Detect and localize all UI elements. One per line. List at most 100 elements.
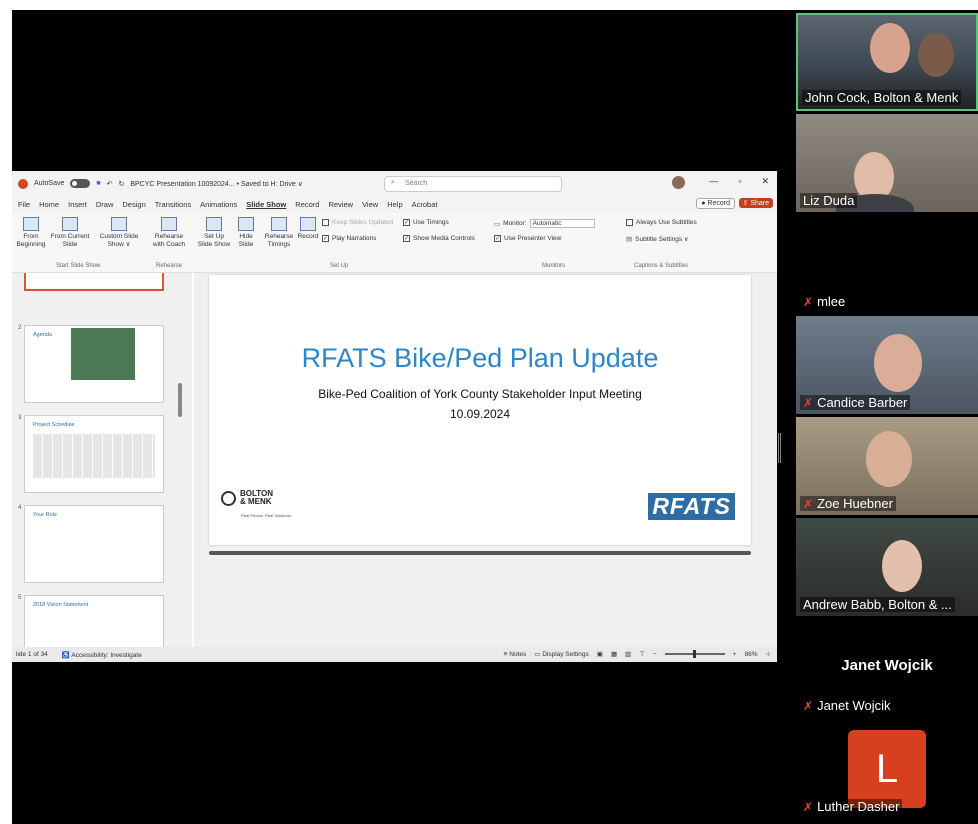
mic-muted-icon: ✗ <box>803 396 814 410</box>
zoom-thumb[interactable] <box>692 650 696 658</box>
user-avatar[interactable] <box>672 176 685 189</box>
show-media-checkbox[interactable]: ✓ Show Media Controls <box>403 235 475 242</box>
share-button[interactable]: ⇪ Share <box>738 198 773 208</box>
thumb-title: Project Schedule <box>33 422 75 428</box>
mic-muted-icon: ✗ <box>803 295 814 309</box>
participant-name: Zoe Huebner <box>817 496 893 511</box>
doc-title[interactable]: BPCYC Presentation 10092024... • Saved t… <box>130 180 303 188</box>
participant-tile[interactable]: Liz Duda <box>796 114 978 212</box>
menu-animations[interactable]: Animations <box>200 200 237 209</box>
participant-video <box>874 334 922 392</box>
presenter-view-checkbox[interactable]: ✓ Use Presenter View <box>494 235 561 242</box>
participant-name-wrap: ✗ Zoe Huebner <box>800 496 896 511</box>
timer-icon <box>271 217 287 231</box>
ribbon-record-label: Record <box>297 233 319 240</box>
zoom-slider[interactable] <box>664 650 725 658</box>
powerpoint-icon <box>18 178 28 189</box>
thumbnail-scrollbar[interactable] <box>178 383 182 417</box>
participant-tile[interactable]: Janet Wojcik ✗ Janet Wojcik <box>796 619 978 717</box>
subtitle-settings-label: Subtitle Settings ∨ <box>635 236 689 243</box>
reading-view-icon[interactable]: ▥ <box>625 650 631 658</box>
play-narrations-checkbox[interactable]: ✓ Play Narrations <box>322 235 376 242</box>
menu-help[interactable]: Help <box>387 200 402 209</box>
always-subtitles-checkbox[interactable]: Always Use Subtitles <box>626 219 697 226</box>
participant-tile[interactable]: John Cock, Bolton & Menk <box>796 13 978 111</box>
record-button[interactable]: ● Record <box>696 198 735 209</box>
menu-insert[interactable]: Insert <box>68 200 87 209</box>
custom-show-label: Custom Slide Show ∨ <box>99 233 139 248</box>
rehearse-timings-button[interactable]: Rehearse Timings <box>262 217 296 249</box>
participant-gallery: John Cock, Bolton & Menk Liz Duda ✗ mlee … <box>796 10 978 824</box>
save-icon[interactable]: ■ <box>96 180 100 187</box>
participant-video <box>918 33 954 77</box>
slide-thumbnail-3[interactable]: Project Schedule <box>24 415 164 493</box>
undo-icon[interactable]: ↶ <box>107 180 113 188</box>
slide-scrollbar[interactable] <box>209 551 751 555</box>
from-beginning-button[interactable]: From Beginning <box>14 217 48 249</box>
menu-acrobat[interactable]: Acrobat <box>412 200 438 209</box>
search-box[interactable]: ⌕ Search <box>384 176 562 192</box>
minimize-icon[interactable]: — <box>709 176 718 187</box>
meeting-window: AutoSave ■ ↶ ↻ BPCYC Presentation 100920… <box>12 10 978 824</box>
participant-name-wrap: ✗ Candice Barber <box>800 395 911 410</box>
always-subtitles-label: Always Use Subtitles <box>636 219 697 226</box>
thumb-number: 3 <box>18 415 22 421</box>
ribbon-record-button[interactable]: Record <box>296 217 320 241</box>
participant-tile[interactable]: ✗ Zoe Huebner <box>796 417 978 515</box>
participant-name-wrap: ✗ Luther Dasher <box>800 799 903 814</box>
share-label: Share <box>750 200 769 207</box>
monitor-select[interactable]: ▭ Monitor: Automatic <box>494 219 595 228</box>
slide-thumbnail-2[interactable]: Agenda <box>24 325 164 403</box>
split-handle[interactable] <box>778 433 781 463</box>
participant-tile[interactable]: ✗ mlee <box>796 215 978 313</box>
zoom-in-icon[interactable]: + <box>733 651 737 658</box>
zoom-level[interactable]: 86% <box>745 651 758 658</box>
notes-label: Notes <box>509 650 527 658</box>
menu-record[interactable]: Record <box>295 200 319 209</box>
fit-slide-icon[interactable]: ⊹ <box>766 650 771 658</box>
hide-slide-icon <box>238 217 254 231</box>
menu-transitions[interactable]: Transitions <box>155 200 191 209</box>
menu-view[interactable]: View <box>362 200 378 209</box>
setup-show-button[interactable]: Set Up Slide Show <box>196 217 232 249</box>
accessibility-status[interactable]: ♿ Accessibility: Investigate <box>62 651 142 659</box>
subtitle-icon: ▤ <box>626 236 633 243</box>
rehearse-coach-button[interactable]: Rehearse with Coach <box>149 217 189 249</box>
thumb-title: 2018 Vision Statement <box>33 602 89 608</box>
autosave-toggle[interactable] <box>70 179 91 188</box>
participant-name: Liz Duda <box>800 193 858 208</box>
participant-tile[interactable]: L ✗ Luther Dasher <box>796 720 978 818</box>
menu-review[interactable]: Review <box>328 200 353 209</box>
use-timings-checkbox[interactable]: ✓ Use Timings <box>403 219 449 226</box>
menu-home[interactable]: Home <box>39 200 59 209</box>
slide-thumbnail-1[interactable] <box>24 273 164 291</box>
sorter-view-icon[interactable]: ▦ <box>611 650 617 658</box>
normal-view-icon[interactable]: ▣ <box>597 650 603 658</box>
display-settings-button[interactable]: ▭ Display Settings <box>534 650 589 658</box>
redo-icon[interactable]: ↻ <box>118 180 124 188</box>
hide-slide-button[interactable]: Hide Slide <box>234 217 258 249</box>
menu-design[interactable]: Design <box>122 200 145 209</box>
slide-thumbnail-5[interactable]: 2018 Vision Statement <box>24 595 164 647</box>
current-slide[interactable]: RFATS Bike/Ped Plan Update Bike-Ped Coal… <box>209 275 751 545</box>
slide-thumbnail-4[interactable]: Your Role <box>24 505 164 583</box>
participant-tile[interactable]: Andrew Babb, Bolton & ... <box>796 518 978 616</box>
restore-icon[interactable]: ▫ <box>738 176 741 187</box>
menu-draw[interactable]: Draw <box>96 200 114 209</box>
menu-file[interactable]: File <box>18 200 30 209</box>
monitor-label: Monitor: <box>503 220 527 227</box>
notes-button[interactable]: ≡ Notes <box>504 651 527 658</box>
presenter-icon[interactable]: ⊤ <box>639 650 645 658</box>
menu-slide-show[interactable]: Slide Show <box>246 200 286 209</box>
thumb-number: 5 <box>18 595 22 601</box>
subtitle-settings-button[interactable]: ▤ Subtitle Settings ∨ <box>626 235 689 243</box>
custom-show-button[interactable]: Custom Slide Show ∨ <box>96 217 142 249</box>
participant-tile[interactable]: ✗ Candice Barber <box>796 316 978 414</box>
monitor-value: Automatic <box>529 219 595 228</box>
coach-icon <box>161 217 177 231</box>
participant-name-wrap: ✗ mlee <box>800 294 849 309</box>
group-start-slide-show: Start Slide Show <box>56 263 101 269</box>
zoom-out-icon[interactable]: − <box>653 651 657 658</box>
close-icon[interactable]: ✕ <box>761 176 769 187</box>
from-current-button[interactable]: From Current Slide <box>50 217 90 249</box>
